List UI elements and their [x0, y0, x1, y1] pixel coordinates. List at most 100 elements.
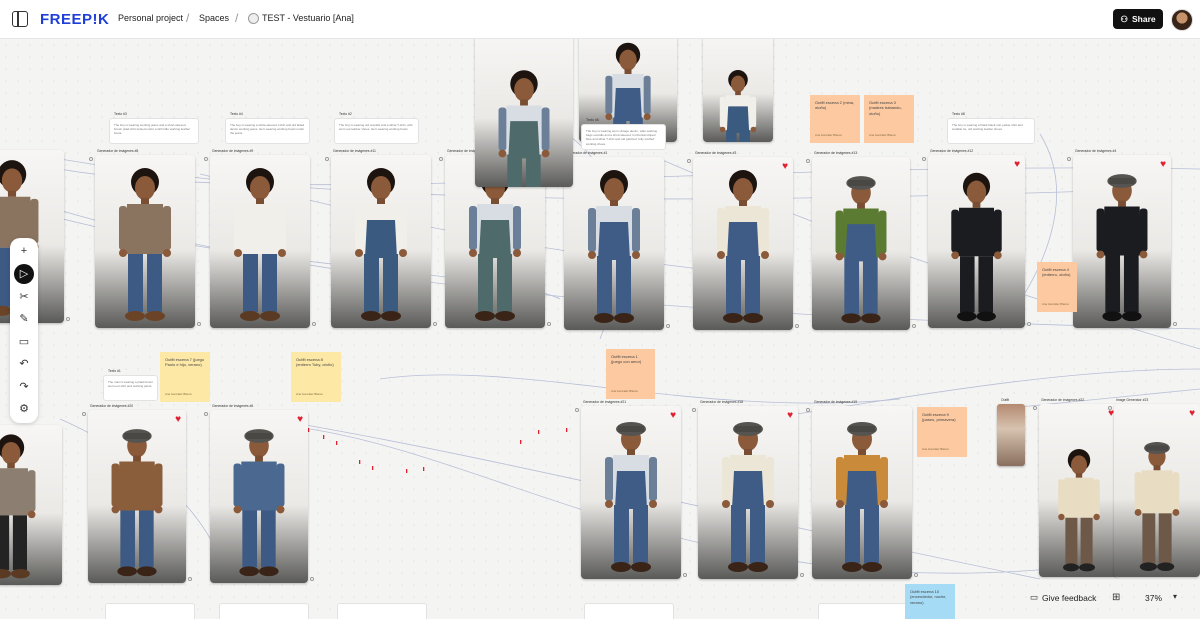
text-node[interactable]: Texto #8 The boy is wearing a black black… — [947, 112, 1035, 144]
output-port[interactable] — [914, 573, 918, 577]
text-node[interactable] — [105, 603, 195, 619]
input-port[interactable] — [922, 157, 926, 161]
text-node[interactable]: Texto #6 The boy is wearing worn vintage … — [581, 118, 666, 150]
output-port[interactable] — [912, 324, 916, 328]
input-port[interactable] — [692, 408, 696, 412]
sticky-note[interactable]: Outfit escena 8 (entierro Toby, otoño) An… — [291, 352, 341, 402]
text-node[interactable]: Texto #3 The boy is wearing working jeans… — [109, 112, 199, 144]
image-node-title[interactable]: Generador de imágenes #19 — [814, 400, 857, 404]
plus-icon[interactable]: + — [14, 241, 34, 261]
heart-icon[interactable]: ♥ — [297, 415, 303, 425]
image-node[interactable] — [210, 155, 310, 328]
output-port[interactable] — [197, 322, 201, 326]
pen-icon[interactable]: ✎ — [14, 309, 34, 329]
scissors-icon[interactable]: ✂ — [14, 286, 34, 306]
text-node[interactable] — [219, 603, 309, 619]
input-port[interactable] — [82, 412, 86, 416]
image-node[interactable]: ♥ — [1039, 404, 1119, 577]
cursor-icon[interactable]: ▷ — [14, 263, 34, 284]
image-node-title[interactable]: Generador de imágenes #13 — [814, 151, 857, 155]
input-port[interactable] — [204, 157, 208, 161]
avatar[interactable] — [1171, 9, 1193, 31]
sticky-note[interactable]: Outfit escena 3 (madres trabando, otoño)… — [864, 95, 914, 143]
chevron-down-icon[interactable]: ▾ — [1173, 592, 1177, 601]
sticky-note[interactable]: Outfit escena 4 (entierro, otoño) Ana Gon… — [1037, 262, 1077, 312]
image-node-title[interactable]: Image Generator #23 — [1116, 398, 1148, 402]
text-node[interactable] — [584, 603, 674, 619]
image-node[interactable]: ♥ — [1114, 404, 1200, 577]
image-node[interactable]: ♥ — [1073, 155, 1171, 328]
input-port[interactable] — [325, 157, 329, 161]
image-node-title[interactable]: Generador de imágenes #11 — [333, 149, 376, 153]
image-node-title[interactable]: Generador de imágenes #4 — [1075, 149, 1116, 153]
text-node[interactable] — [337, 603, 427, 619]
output-port[interactable] — [310, 577, 314, 581]
text-node[interactable]: Texto #2 The boy is wearing old overalls … — [334, 112, 419, 144]
freepik-logo[interactable]: FREEP!K — [40, 11, 109, 28]
input-port[interactable] — [687, 159, 691, 163]
input-port[interactable] — [89, 157, 93, 161]
give-feedback-button[interactable]: ▭ Give feedback — [1030, 592, 1096, 603]
input-port[interactable] — [1108, 406, 1112, 410]
redo-icon[interactable]: ↷ — [14, 376, 34, 396]
sticky-note[interactable]: Outfit escena 2 (mina, otoño) Ana Gonzále… — [810, 95, 860, 143]
input-port[interactable] — [204, 412, 208, 416]
output-port[interactable] — [433, 322, 437, 326]
zoom-level[interactable]: 37% — [1145, 593, 1162, 603]
outfit-image-node[interactable] — [997, 404, 1025, 466]
image-node-title[interactable]: Generador de imágenes #9 — [212, 149, 253, 153]
image-node[interactable]: ♥ — [928, 155, 1025, 328]
image-node[interactable] — [95, 155, 195, 328]
image-node-title[interactable]: Generador de imágenes #3 — [695, 151, 736, 155]
input-port[interactable] — [1067, 157, 1071, 161]
outfit-node-title[interactable]: Outfit — [1001, 398, 1009, 402]
heart-icon[interactable]: ♥ — [1160, 160, 1166, 170]
text-node[interactable]: Texto #4 The boy is wearing a white-sleev… — [225, 112, 310, 144]
image-node[interactable]: ♥ — [693, 157, 793, 330]
image-node[interactable] — [812, 406, 912, 579]
output-port[interactable] — [1173, 322, 1177, 326]
image-node-title[interactable]: Generador de imágenes #12 — [930, 149, 973, 153]
image-node-title[interactable]: Generador de imágenes #20 — [90, 404, 133, 408]
input-port[interactable] — [1033, 406, 1037, 410]
output-port[interactable] — [312, 322, 316, 326]
sticky-note[interactable]: Outfit escena 10 (encendedor, noche, ver… — [905, 584, 955, 619]
image-node[interactable] — [475, 39, 573, 187]
output-port[interactable] — [683, 573, 687, 577]
text-node[interactable] — [818, 603, 908, 619]
image-node[interactable] — [703, 39, 773, 142]
image-node[interactable]: ♥ — [210, 410, 308, 583]
heart-icon[interactable]: ♥ — [1189, 409, 1195, 419]
input-port[interactable] — [575, 408, 579, 412]
image-node[interactable] — [0, 425, 62, 585]
output-port[interactable] — [666, 324, 670, 328]
undo-icon[interactable]: ↶ — [14, 354, 34, 374]
heart-icon[interactable]: ♥ — [175, 415, 181, 425]
image-node-title[interactable]: Generador de imágenes #8 — [97, 149, 138, 153]
output-port[interactable] — [188, 577, 192, 581]
input-port[interactable] — [806, 408, 810, 412]
sticky-note[interactable]: Outfit escena 9 (paseo, primavera) Ana Go… — [917, 407, 967, 457]
comment-icon[interactable]: ▭ — [14, 331, 34, 351]
text-node[interactable]: Texto #1 The man is wearing a plaid brown… — [103, 369, 158, 401]
heart-icon[interactable]: ♥ — [1014, 160, 1020, 170]
breadcrumb-personal-project[interactable]: Personal project — [118, 13, 183, 23]
share-button[interactable]: ⚇ Share — [1113, 9, 1163, 29]
output-port[interactable] — [66, 317, 70, 321]
image-node-title[interactable]: Generador de imágenes #21 — [583, 400, 626, 404]
map-icon[interactable]: ⊞ — [1112, 592, 1120, 603]
breadcrumb-project-name[interactable]: TEST - Vestuario [Ana] — [262, 13, 354, 23]
input-port[interactable] — [806, 159, 810, 163]
heart-icon[interactable]: ♥ — [782, 162, 788, 172]
image-node[interactable]: ♥ — [698, 406, 798, 579]
input-port[interactable] — [439, 157, 443, 161]
image-node[interactable]: ♥ — [88, 410, 186, 583]
image-node-title[interactable]: Generador de imágenes #6 — [212, 404, 253, 408]
output-port[interactable] — [800, 573, 804, 577]
image-node[interactable]: ♥ — [581, 406, 681, 579]
sidebar-toggle-icon[interactable] — [12, 11, 28, 27]
heart-icon[interactable]: ♥ — [787, 411, 793, 421]
image-node-title[interactable]: Generador de imágenes #18 — [700, 400, 743, 404]
breadcrumb-spaces[interactable]: Spaces — [199, 13, 229, 23]
image-node[interactable] — [331, 155, 431, 328]
